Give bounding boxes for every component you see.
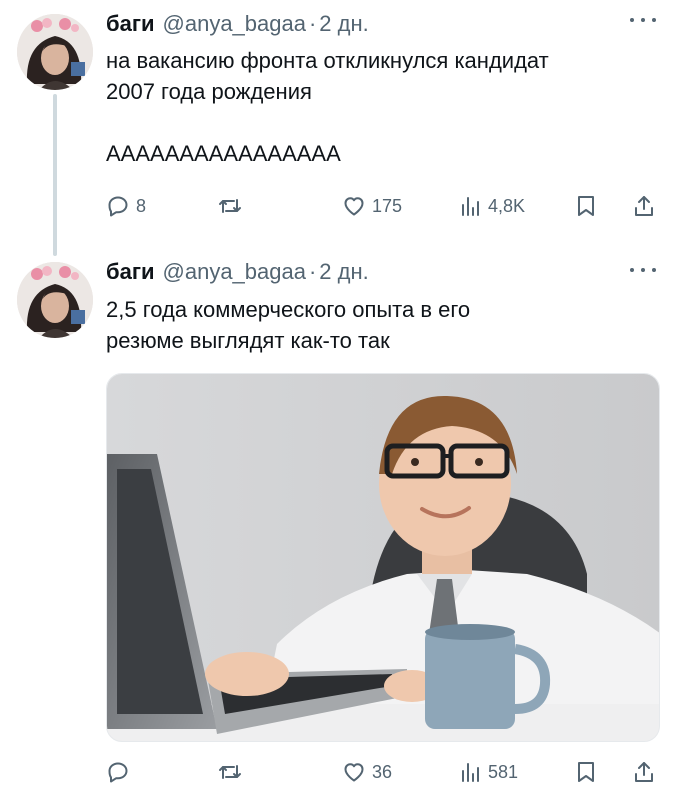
tweet-text-line: АААААААААААААААА xyxy=(106,141,341,166)
author-name[interactable]: баги xyxy=(106,259,155,285)
share-button[interactable] xyxy=(632,190,656,222)
bookmark-button[interactable] xyxy=(574,190,598,222)
timestamp[interactable]: 2 дн. xyxy=(319,11,368,37)
tweet-header: баги @anya_bagaa · 2 дн. xyxy=(106,11,646,41)
tweet-text-gap xyxy=(106,107,656,138)
more-icon[interactable] xyxy=(630,14,656,26)
views-icon xyxy=(462,763,479,782)
tweet-text: 2,5 года коммерческого опыта в его резюм… xyxy=(106,294,656,356)
reply-button[interactable]: 8 xyxy=(106,190,146,222)
author-handle[interactable]: @anya_bagaa xyxy=(163,259,306,285)
tweet-text-line: 2007 года рождения xyxy=(106,79,312,104)
bookmark-icon xyxy=(578,762,594,782)
retweet-icon xyxy=(219,765,241,779)
like-count: 175 xyxy=(372,195,403,216)
tweet[interactable]: баги @anya_bagaa · 2 дн. на вакансию фро… xyxy=(0,0,676,256)
tweet-actions: 8 175 4,8K xyxy=(106,190,662,222)
share-icon xyxy=(635,762,653,782)
tweet-text-line: резюме выглядят как-то так xyxy=(106,328,390,353)
tweet-media-image[interactable] xyxy=(106,373,660,742)
retweet-button[interactable] xyxy=(218,756,248,788)
timestamp[interactable]: 2 дн. xyxy=(319,259,368,285)
avatar[interactable] xyxy=(17,14,93,90)
tweet-header: баги @anya_bagaa · 2 дн. xyxy=(106,259,646,289)
views-count: 581 xyxy=(488,761,519,782)
reply-icon xyxy=(108,196,128,217)
avatar-image xyxy=(17,14,93,90)
bookmark-button[interactable] xyxy=(574,756,598,788)
retweet-icon xyxy=(219,199,241,213)
like-button[interactable]: 175 xyxy=(342,190,402,222)
tweet-actions: 36 581 xyxy=(106,756,662,788)
separator: · xyxy=(308,259,317,284)
views-count: 4,8K xyxy=(488,195,526,216)
photo-boy-with-laptop xyxy=(107,374,659,741)
heart-icon xyxy=(344,197,364,216)
avatar[interactable] xyxy=(17,262,93,338)
like-button[interactable]: 36 xyxy=(342,756,392,788)
separator: · xyxy=(308,11,317,36)
share-icon xyxy=(635,196,653,216)
heart-icon xyxy=(344,763,364,782)
tweet[interactable]: баги @anya_bagaa · 2 дн. 2,5 года коммер… xyxy=(0,250,676,794)
views-button[interactable]: 4,8K xyxy=(458,190,525,222)
share-button[interactable] xyxy=(632,756,656,788)
like-count: 36 xyxy=(372,761,393,782)
author-handle[interactable]: @anya_bagaa xyxy=(163,11,306,37)
more-icon[interactable] xyxy=(630,264,656,276)
views-button[interactable]: 581 xyxy=(458,756,518,788)
reply-button[interactable] xyxy=(106,756,136,788)
thread-line xyxy=(53,94,57,256)
tweet-text-line: на вакансию фронта откликнулся кандидат xyxy=(106,48,549,73)
avatar-image xyxy=(17,262,93,338)
views-icon xyxy=(462,197,479,216)
author-name[interactable]: баги xyxy=(106,11,155,37)
tweet-text: на вакансию фронта откликнулся кандидат … xyxy=(106,45,656,169)
bookmark-icon xyxy=(578,196,594,216)
retweet-button[interactable] xyxy=(218,190,248,222)
reply-icon xyxy=(108,762,128,783)
tweet-text-line: 2,5 года коммерческого опыта в его xyxy=(106,297,471,322)
reply-count: 8 xyxy=(136,195,147,216)
